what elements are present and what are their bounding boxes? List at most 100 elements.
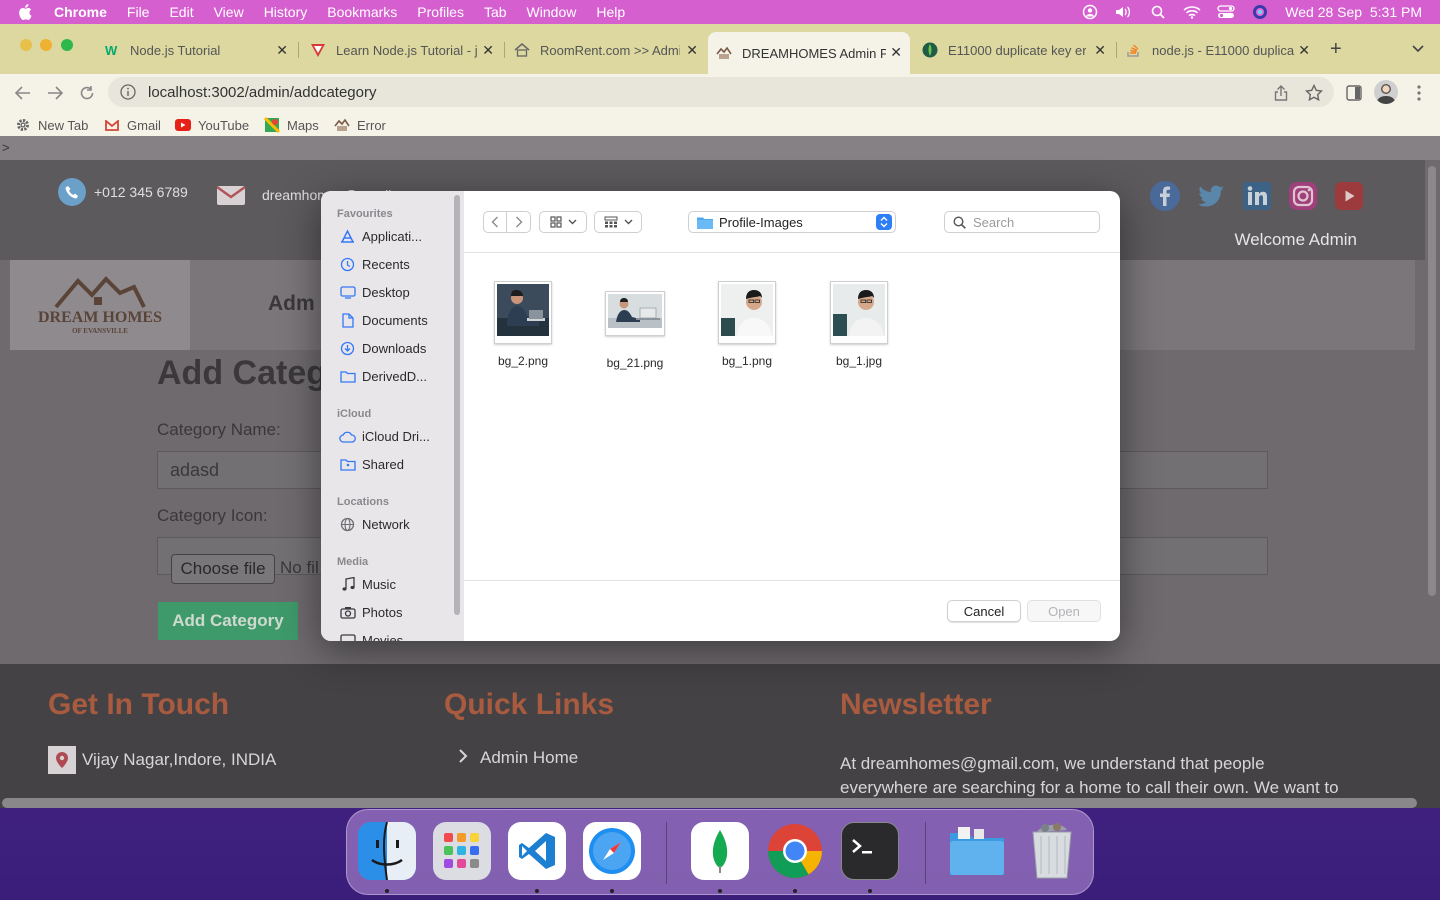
bookmark-youtube[interactable]: YouTube — [175, 117, 249, 133]
close-tab-icon[interactable]: ✕ — [276, 42, 288, 59]
close-tab-icon[interactable]: ✕ — [1094, 42, 1106, 59]
maximize-window-button[interactable] — [61, 39, 73, 51]
page-horizontal-scrollbar[interactable] — [2, 798, 1417, 808]
wifi-icon[interactable] — [1183, 4, 1201, 20]
file-item[interactable]: bg_1.png — [702, 281, 792, 368]
siri-icon[interactable] — [1251, 4, 1269, 20]
user-account-icon[interactable] — [1081, 4, 1099, 20]
back-chevron-icon[interactable] — [484, 212, 507, 232]
address-bar[interactable]: localhost:3002/admin/addcategory — [108, 77, 1334, 107]
linkedin-icon[interactable] — [1241, 180, 1273, 212]
bookmark-gmail[interactable]: Gmail — [104, 117, 161, 133]
apple-icon[interactable] — [18, 4, 40, 20]
sidebar-item-applications[interactable]: Applicati... — [339, 229, 422, 244]
chrome-menu-icon[interactable] — [1410, 84, 1428, 102]
tab-nodejs-tutorial[interactable]: W Node.js Tutorial ✕ — [96, 34, 296, 66]
dialog-search-field[interactable]: Search — [944, 211, 1100, 233]
sidebar-item-documents[interactable]: Documents — [339, 313, 428, 328]
sidebar-item-shared[interactable]: Shared — [339, 457, 404, 472]
safari-icon[interactable] — [583, 822, 641, 880]
choose-file-button[interactable]: Choose file — [171, 554, 275, 584]
open-button[interactable]: Open — [1027, 600, 1101, 622]
menu-file[interactable]: File — [127, 4, 150, 20]
menu-help[interactable]: Help — [596, 4, 625, 20]
facebook-icon[interactable] — [1149, 180, 1181, 212]
sidebar-item-deriveddata[interactable]: DerivedD... — [339, 369, 427, 384]
cancel-button[interactable]: Cancel — [947, 600, 1021, 622]
footer-address: Vijay Nagar,Indore, INDIA — [48, 746, 276, 774]
forward-chevron-icon[interactable] — [507, 212, 530, 232]
nav-admin-link[interactable]: Adm — [268, 292, 315, 316]
dreamhomes-logo[interactable]: DREAM HOMES OF EVANSVILLE — [10, 260, 190, 350]
new-tab-plus-icon[interactable]: + — [1330, 38, 1342, 61]
file-item[interactable]: bg_21.png — [590, 281, 680, 370]
vscode-icon[interactable] — [508, 822, 566, 880]
menubar-datetime[interactable]: Wed 28 Sep 5:31 PM — [1285, 4, 1422, 20]
profile-avatar[interactable] — [1374, 80, 1398, 104]
sidebar-scrollbar[interactable] — [454, 195, 460, 615]
forward-arrow-icon[interactable] — [44, 82, 66, 104]
tab-learn-nodejs[interactable]: Learn Node.js Tutorial - j ✕ — [302, 34, 502, 66]
mongodb-compass-icon[interactable] — [691, 822, 749, 880]
trash-icon[interactable] — [1023, 822, 1081, 880]
minimize-window-button[interactable] — [40, 39, 52, 51]
menu-view[interactable]: View — [214, 4, 244, 20]
menu-window[interactable]: Window — [527, 4, 577, 20]
sidebar-item-movies[interactable]: Movies — [339, 633, 403, 641]
sidebar-item-desktop[interactable]: Desktop — [339, 285, 410, 300]
sidebar-item-icloud-drive[interactable]: iCloud Dri... — [339, 429, 430, 444]
admin-home-link[interactable]: Admin Home — [480, 748, 578, 768]
terminal-icon[interactable] — [841, 822, 899, 880]
add-category-button[interactable]: Add Category — [158, 602, 298, 640]
close-tab-icon[interactable]: ✕ — [686, 42, 698, 59]
tab-roomrent[interactable]: RoomRent.com >> Admi ✕ — [506, 34, 706, 66]
reload-icon[interactable] — [76, 82, 98, 104]
menu-edit[interactable]: Edit — [169, 4, 193, 20]
volume-icon[interactable] — [1115, 4, 1133, 20]
view-mode-button[interactable] — [539, 211, 587, 233]
launchpad-icon[interactable] — [433, 822, 491, 880]
control-center-icon[interactable] — [1217, 4, 1235, 20]
menu-app-name[interactable]: Chrome — [54, 4, 107, 20]
location-popup[interactable]: Profile-Images — [688, 211, 896, 233]
instagram-icon[interactable] — [1287, 180, 1319, 212]
tab-search-chevron-icon[interactable] — [1412, 40, 1424, 58]
file-item[interactable]: bg_1.jpg — [814, 281, 904, 368]
close-tab-icon[interactable]: ✕ — [1298, 42, 1310, 59]
menu-bookmarks[interactable]: Bookmarks — [327, 4, 397, 20]
bookmark-new-tab[interactable]: New Tab — [15, 117, 88, 133]
folder-icon[interactable] — [948, 822, 1006, 880]
finder-icon[interactable] — [358, 822, 416, 880]
sidebar-item-photos[interactable]: Photos — [339, 605, 402, 620]
tab-stackoverflow[interactable]: node.js - E11000 duplica ✕ — [1118, 34, 1318, 66]
address-url[interactable]: localhost:3002/admin/addcategory — [148, 84, 377, 101]
tab-title: node.js - E11000 duplica — [1152, 42, 1295, 58]
side-panel-icon[interactable] — [1345, 84, 1363, 102]
site-info-icon[interactable] — [120, 84, 136, 100]
tab-dreamhomes-admin[interactable]: DREAMHOMES Admin P ✕ — [708, 32, 910, 74]
menu-history[interactable]: History — [264, 4, 308, 20]
bookmark-error[interactable]: Error — [334, 117, 386, 133]
share-icon[interactable] — [1272, 84, 1290, 102]
youtube-icon[interactable] — [1333, 180, 1365, 212]
back-arrow-icon[interactable] — [12, 82, 34, 104]
sidebar-item-recents[interactable]: Recents — [339, 257, 410, 272]
file-item[interactable]: bg_2.png — [478, 281, 568, 368]
menu-profiles[interactable]: Profiles — [417, 4, 464, 20]
spotlight-search-icon[interactable] — [1149, 4, 1167, 20]
menu-tab[interactable]: Tab — [484, 4, 507, 20]
group-by-button[interactable] — [594, 211, 642, 233]
bookmark-star-icon[interactable] — [1305, 84, 1323, 102]
close-window-button[interactable] — [20, 39, 32, 51]
page-vertical-scrollbar[interactable] — [1428, 166, 1436, 596]
sidebar-item-music[interactable]: Music — [339, 577, 396, 592]
tab-e11000-mongodb[interactable]: E11000 duplicate key err ✕ — [914, 34, 1114, 66]
close-tab-icon[interactable]: ✕ — [890, 44, 902, 61]
close-tab-icon[interactable]: ✕ — [482, 42, 494, 59]
chrome-icon[interactable] — [766, 822, 824, 880]
twitter-icon[interactable] — [1195, 180, 1227, 212]
sidebar-item-downloads[interactable]: Downloads — [339, 341, 426, 356]
sidebar-item-network[interactable]: Network — [339, 517, 410, 532]
bookmark-maps[interactable]: Maps — [264, 117, 319, 133]
footer-link-admin-home[interactable]: Admin Home — [458, 748, 578, 768]
